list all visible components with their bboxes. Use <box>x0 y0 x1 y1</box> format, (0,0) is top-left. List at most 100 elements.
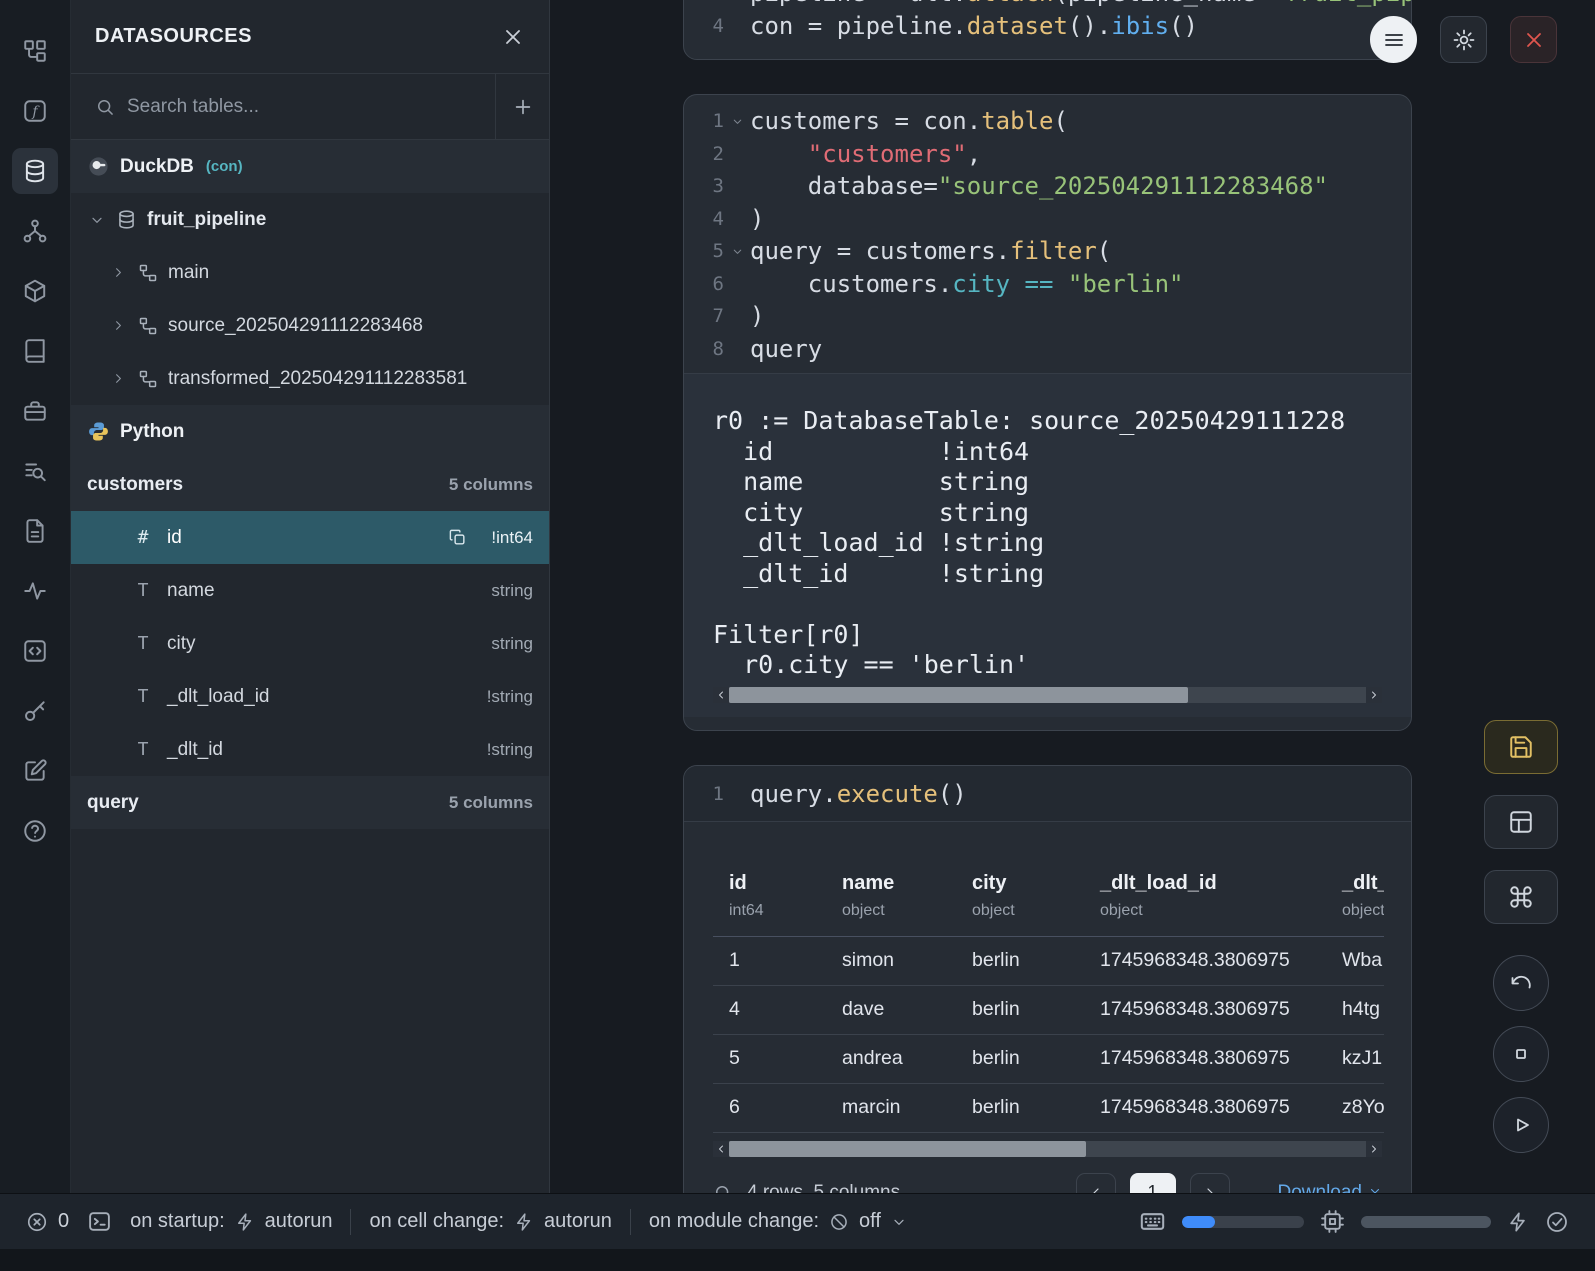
panel-close-button[interactable] <box>501 25 525 49</box>
code-line[interactable]: 4con = pipeline.dataset().ibis() <box>684 10 1411 43</box>
packages-icon[interactable] <box>12 268 58 314</box>
column-header-_dlt_load_id[interactable]: _dlt_load_idobject <box>1084 856 1326 936</box>
table-name: customers <box>87 474 183 496</box>
keyboard-icon[interactable] <box>1139 1208 1166 1235</box>
table-row[interactable]: 4daveberlin1745968348.3806975h4tg <box>713 986 1384 1035</box>
schema-row-main[interactable]: main <box>71 246 549 299</box>
settings-button[interactable] <box>1440 16 1487 63</box>
logs-icon[interactable] <box>12 508 58 554</box>
scroll-right-button[interactable] <box>1366 1141 1382 1157</box>
fold-icon[interactable] <box>724 115 750 128</box>
cpu-icon[interactable] <box>1320 1209 1345 1234</box>
table-row-query[interactable]: query 5 columns <box>71 776 549 829</box>
zap-icon <box>235 1212 255 1232</box>
table-row[interactable]: 1simonberlin1745968348.3806975Wba <box>713 937 1384 986</box>
code-line[interactable]: 1customers = con.table( <box>684 105 1411 138</box>
line-number: 5 <box>684 240 724 262</box>
search-input[interactable] <box>127 96 495 118</box>
field-name: id <box>167 527 182 549</box>
tracing-icon[interactable] <box>12 568 58 614</box>
code-line[interactable]: 3pipeline = dlt.attach(pipeline_name="fr… <box>684 0 1411 10</box>
line-number: 7 <box>684 305 724 327</box>
connection-icon[interactable] <box>1507 1211 1529 1233</box>
on-cell-change-setting[interactable]: on cell change:autorun <box>369 1210 611 1233</box>
code-line[interactable]: 7) <box>684 300 1411 333</box>
code-line[interactable]: 1query.execute() <box>684 778 1411 811</box>
schema-row-source_202504291112283468[interactable]: source_202504291112283468 <box>71 299 549 352</box>
stop-button[interactable] <box>1493 1026 1549 1082</box>
connection-row-duckdb[interactable]: DuckDB (con) <box>71 140 549 193</box>
scroll-right-button[interactable] <box>1366 687 1382 703</box>
table-cell: 1745968348.3806975 <box>1084 1084 1326 1132</box>
table-cell: 1745968348.3806975 <box>1084 986 1326 1034</box>
table-row[interactable]: 6marcinberlin1745968348.3806975z8Yo <box>713 1084 1384 1133</box>
code-line[interactable]: 6 customers.city == "berlin" <box>684 268 1411 301</box>
schema-row-transformed_202504291112283581[interactable]: transformed_202504291112283581 <box>71 352 549 405</box>
scroll-left-button[interactable] <box>713 1141 729 1157</box>
line-number: 3 <box>684 0 724 4</box>
scrollbar-track[interactable] <box>729 1141 1366 1157</box>
copy-icon[interactable] <box>448 528 467 547</box>
column-header-id[interactable]: idint64 <box>713 856 826 936</box>
column-header-city[interactable]: cityobject <box>956 856 1084 936</box>
error-indicator[interactable]: 0 <box>26 1210 69 1233</box>
terminal-button[interactable] <box>87 1209 112 1234</box>
field-row-city[interactable]: Tcitystring <box>71 617 549 670</box>
help-icon[interactable] <box>12 808 58 854</box>
save-button[interactable] <box>1484 720 1558 774</box>
python-section-row[interactable]: Python <box>71 405 549 458</box>
shutdown-button[interactable] <box>1510 16 1557 63</box>
field-row-_dlt_id[interactable]: T_dlt_id!string <box>71 723 549 776</box>
code-line[interactable]: 4) <box>684 203 1411 236</box>
column-header-_dlt_id[interactable]: _dlt_idobject <box>1326 856 1384 936</box>
snippets-icon[interactable] <box>12 628 58 674</box>
field-type: !string <box>487 740 533 760</box>
kernel-status-icon[interactable] <box>1545 1210 1569 1234</box>
field-name: name <box>167 580 215 602</box>
engine-name: DuckDB <box>120 156 194 178</box>
code-line[interactable]: 5query = customers.filter( <box>684 235 1411 268</box>
field-row-name[interactable]: Tnamestring <box>71 564 549 617</box>
layout-toggle-button[interactable] <box>1484 795 1558 849</box>
scrollbar-thumb[interactable] <box>729 687 1188 703</box>
fold-icon[interactable] <box>724 245 750 258</box>
table-row[interactable]: 5andreaberlin1745968348.3806975kzJ1 <box>713 1035 1384 1084</box>
column-header-name[interactable]: nameobject <box>826 856 956 936</box>
database-row-fruit-pipeline[interactable]: fruit_pipeline <box>71 193 549 246</box>
code-line[interactable]: 8query <box>684 333 1411 366</box>
on-startup-setting[interactable]: on startup:autorun <box>130 1210 332 1233</box>
cell-query-definition[interactable]: 1customers = con.table(2 "customers",3 d… <box>683 94 1412 731</box>
table-horizontal-scrollbar[interactable] <box>713 1141 1382 1157</box>
table-name: query <box>87 792 139 814</box>
annotations-icon[interactable] <box>12 748 58 794</box>
run-button[interactable] <box>1493 1097 1549 1153</box>
dataframe-output: idint64nameobjectcityobject_dlt_load_ido… <box>684 822 1411 1213</box>
code-line[interactable]: 2 "customers", <box>684 138 1411 171</box>
menu-button[interactable] <box>1370 16 1417 63</box>
command-palette-button[interactable] <box>1484 870 1558 924</box>
table-row-customers[interactable]: customers 5 columns <box>71 458 549 511</box>
secrets-icon[interactable] <box>12 688 58 734</box>
file-explorer-icon[interactable] <box>12 28 58 74</box>
memory-meter <box>1182 1216 1304 1228</box>
scroll-left-button[interactable] <box>713 687 729 703</box>
add-datasource-button[interactable] <box>495 74 549 140</box>
scrollbar-track[interactable] <box>729 687 1366 703</box>
scratchpad-icon[interactable] <box>12 448 58 494</box>
datasources-icon[interactable] <box>12 148 58 194</box>
code-line[interactable]: 3 database="source_202504291112283468" <box>684 170 1411 203</box>
dependencies-icon[interactable] <box>12 208 58 254</box>
field-row-id[interactable]: #id!int64 <box>71 511 549 564</box>
table-cell: 6 <box>713 1084 826 1132</box>
toolbox-icon[interactable] <box>12 388 58 434</box>
cell-connection-setup[interactable]: 3pipeline = dlt.attach(pipeline_name="fr… <box>683 0 1412 60</box>
variables-icon[interactable]: f <box>12 88 58 134</box>
output-horizontal-scrollbar[interactable] <box>713 687 1382 703</box>
on-module-change-setting[interactable]: on module change:off <box>649 1210 907 1233</box>
documentation-icon[interactable] <box>12 328 58 374</box>
field-row-_dlt_load_id[interactable]: T_dlt_load_id!string <box>71 670 549 723</box>
scrollbar-thumb[interactable] <box>729 1141 1086 1157</box>
schema-name: source_202504291112283468 <box>168 315 423 337</box>
cell-query-execute[interactable]: 1query.execute() idint64nameobjectcityob… <box>683 765 1412 1235</box>
undo-button[interactable] <box>1493 955 1549 1011</box>
